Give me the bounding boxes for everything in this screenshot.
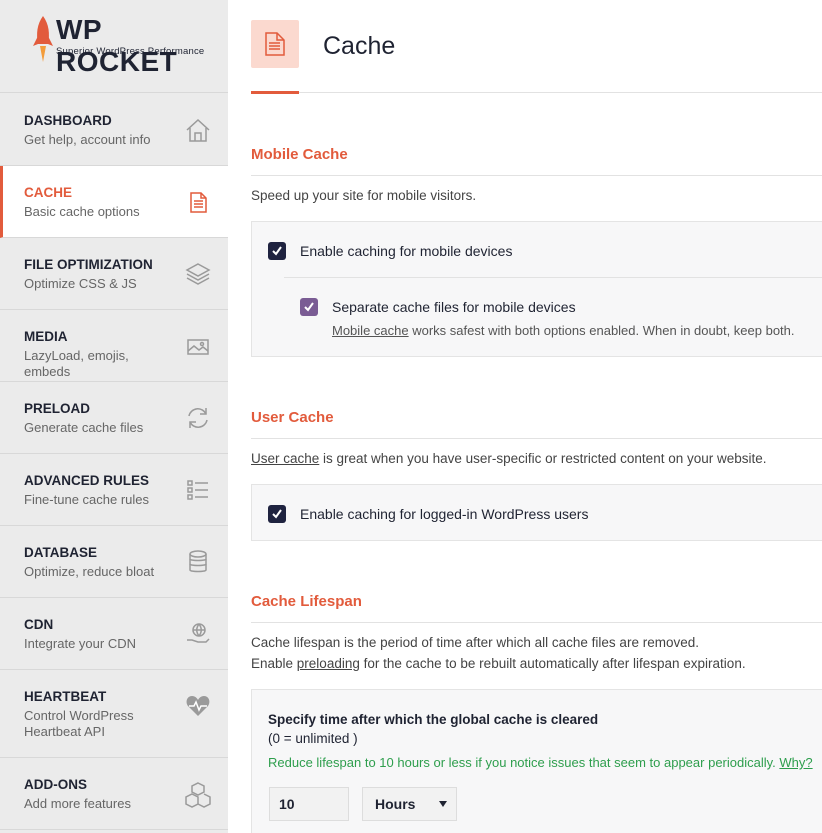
sidebar-item-desc: Control WordPress Heartbeat API [24,708,134,739]
lifespan-value-input[interactable] [269,787,349,821]
sidebar-item-title: CACHE [24,185,73,200]
lifespan-field-sub: (0 = unlimited ) [268,731,358,746]
mobile-cache-checkbox[interactable] [268,242,286,260]
section-title-cache-lifespan: Cache Lifespan [251,593,362,610]
mobile-cache-link[interactable]: Mobile cache [332,323,409,338]
heartbeat-icon [186,696,210,716]
user-cache-link[interactable]: User cache [251,451,319,466]
lifespan-desc-line1: Cache lifespan is the period of time aft… [251,635,699,650]
lifespan-field-title: Specify time after which the global cach… [268,710,598,748]
sidebar-item-file-optimization[interactable]: FILE OPTIMIZATION Optimize CSS & JS [0,238,228,310]
brand-logo[interactable]: WP ROCKET Superior WordPress Performance [0,0,228,93]
lifespan-desc-pre: Enable [251,656,297,671]
check-icon [272,246,282,256]
header-accent [251,91,299,94]
rocket-logo-icon [33,16,53,62]
sidebar-item-desc: Optimize, reduce bloat [24,564,155,579]
layers-icon [185,263,211,285]
section-desc-cache-lifespan: Cache lifespan is the period of time aft… [251,632,746,674]
section-divider [251,622,822,623]
lifespan-unit-select[interactable]: Hours [362,787,457,821]
why-link[interactable]: Why? [779,755,812,770]
section-title-user-cache: User Cache [251,409,334,426]
sidebar-item-cache[interactable]: CACHE Basic cache options [0,166,228,238]
file-icon [190,192,207,213]
sidebar-item-advanced-rules[interactable]: ADVANCED RULES Fine-tune cache rules [0,454,228,526]
cache-lifespan-options: Specify time after which the global cach… [251,689,822,833]
check-icon [272,509,282,519]
page-icon-box [251,20,299,68]
header-divider [251,92,822,93]
preloading-link[interactable]: preloading [297,656,360,671]
file-icon [265,32,285,56]
globe-hand-icon [187,623,210,643]
section-desc-mobile-cache: Speed up your site for mobile visitors. [251,188,477,203]
list-icon [187,480,208,500]
section-divider [251,438,822,439]
section-title-mobile-cache: Mobile Cache [251,146,348,163]
database-icon [189,550,207,573]
section-divider [251,175,822,176]
sidebar-item-title: ADD-ONS [24,777,87,792]
sidebar-item-desc: Integrate your CDN [24,636,136,651]
sidebar-item-desc: Generate cache files [24,420,144,435]
lifespan-warning: Reduce lifespan to 10 hours or less if y… [268,755,813,770]
sidebar-item-title: FILE OPTIMIZATION [24,257,153,272]
check-icon [304,302,314,312]
main-content: Cache Mobile Cache Speed up your site fo… [228,0,822,833]
page-title: Cache [323,32,396,60]
sidebar-item-desc: LazyLoad, emojis, embeds [24,348,129,379]
sidebar-item-preload[interactable]: PRELOAD Generate cache files [0,382,228,454]
logo-tagline: Superior WordPress Performance [56,46,205,57]
sidebar-item-add-ons[interactable]: ADD-ONS Add more features [0,758,228,830]
sidebar-item-desc: Add more features [24,796,131,811]
lifespan-desc-line2: Enable preloading for the cache to be re… [251,653,746,674]
user-cache-label[interactable]: Enable caching for logged-in WordPress u… [300,506,588,522]
mobile-cache-label[interactable]: Enable caching for mobile devices [300,243,512,259]
sidebar-item-title: PRELOAD [24,401,91,416]
user-cache-desc-text: is great when you have user-specific or … [319,451,767,466]
user-cache-options: Enable caching for logged-in WordPress u… [251,484,822,541]
section-desc-user-cache: User cache is great when you have user-s… [251,448,767,469]
sidebar-item-desc: Basic cache options [24,204,140,219]
sidebar-item-title: CDN [24,617,54,632]
refresh-icon [188,408,208,428]
sidebar-item-title: MEDIA [24,329,68,344]
sidebar-item-title: HEARTBEAT [24,689,107,704]
images-icon [187,339,209,355]
sidebar: WP ROCKET Superior WordPress Performance… [0,0,228,833]
sidebar-item-title: ADVANCED RULES [24,473,150,488]
sidebar-item-desc: Get help, account info [24,132,151,147]
sidebar-item-title: DASHBOARD [24,113,112,128]
mobile-cache-options: Enable caching for mobile devices Separa… [251,221,822,357]
lifespan-desc-post: for the cache to be rebuilt automaticall… [359,656,746,671]
sidebar-item-dashboard[interactable]: DASHBOARD Get help, account info [0,94,228,166]
sidebar-item-media[interactable]: MEDIA LazyLoad, emojis, embeds [0,310,228,382]
lifespan-unit-value: Hours [375,796,416,812]
home-icon [186,118,210,142]
sidebar-item-title: DATABASE [24,545,97,560]
separate-mobile-cache-label[interactable]: Separate cache files for mobile devices [332,299,576,315]
option-divider [284,277,822,278]
sidebar-item-cdn[interactable]: CDN Integrate your CDN [0,598,228,670]
sidebar-item-desc: Fine-tune cache rules [24,492,150,507]
sidebar-item-desc: Optimize CSS & JS [24,276,137,291]
user-cache-checkbox[interactable] [268,505,286,523]
mobile-cache-note-text: works safest with both options enabled. … [408,323,795,338]
cubes-icon [185,782,211,808]
separate-mobile-cache-checkbox[interactable] [300,298,318,316]
lifespan-field-label: Specify time after which the global cach… [268,712,599,727]
sidebar-item-database[interactable]: DATABASE Optimize, reduce bloat [0,526,228,598]
lifespan-warning-text: Reduce lifespan to 10 hours or less if y… [268,755,780,770]
mobile-cache-note: Mobile cache works safest with both opti… [332,323,795,338]
sidebar-item-heartbeat[interactable]: HEARTBEAT Control WordPress Heartbeat AP… [0,670,228,758]
chevron-down-icon [439,801,447,807]
